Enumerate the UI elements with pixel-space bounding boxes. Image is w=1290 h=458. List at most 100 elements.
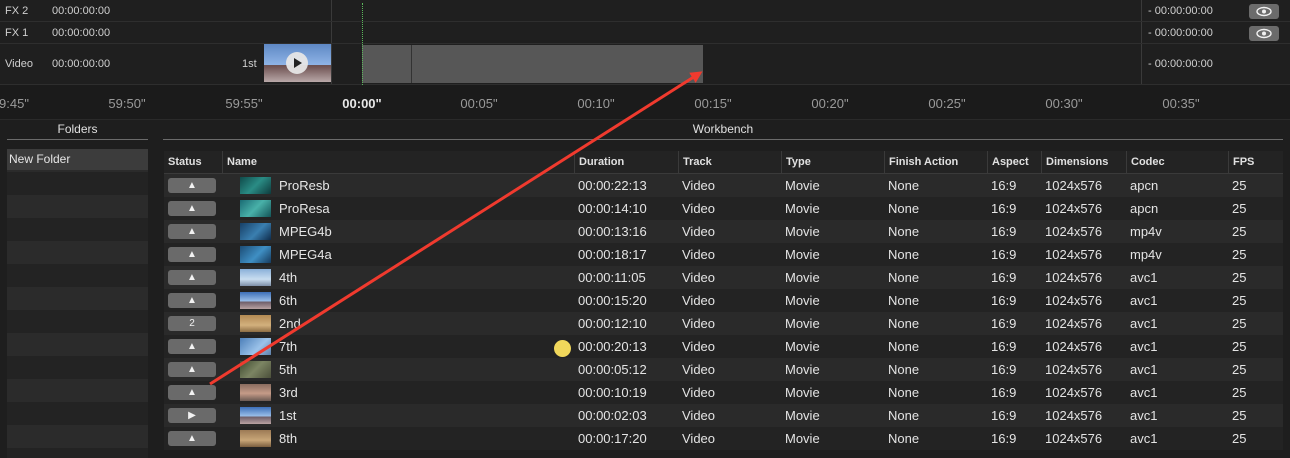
- play-button[interactable]: [286, 52, 308, 74]
- cell-fps: 25: [1232, 247, 1247, 262]
- cell-dims: 1024x576: [1045, 316, 1103, 331]
- status-button[interactable]: ▲: [168, 362, 216, 377]
- ruler-label: 59:55": [225, 96, 263, 111]
- folder-list: New Folder: [7, 149, 148, 458]
- status-button[interactable]: ▲: [168, 293, 216, 308]
- clip-name: ProResa: [279, 201, 330, 216]
- ruler-label: 00:15": [694, 96, 732, 111]
- eye-toggle-button[interactable]: [1249, 26, 1279, 41]
- timeline-ruler[interactable]: 9:45" 59:50" 59:55" 00:00" 00:05" 00:10"…: [0, 85, 1290, 120]
- clip-thumbnail: [240, 384, 271, 401]
- table-row[interactable]: ▲ 6th 00:00:15:20 Video Movie None 16:9 1024x57…: [164, 289, 1283, 312]
- clip-thumbnail: [240, 269, 271, 286]
- folder-row: [7, 264, 148, 287]
- cell-aspect: 16:9: [991, 224, 1017, 239]
- status-button[interactable]: ▲: [168, 201, 216, 216]
- cell-finish: None: [888, 224, 920, 239]
- table-row[interactable]: ▲ 3rd 00:00:10:19 Video Movie None 16:9 1024x57…: [164, 381, 1283, 404]
- table-row[interactable]: ▲ 7th 00:00:20:13 Video Movie None 16:9 1024x57…: [164, 335, 1283, 358]
- cursor-highlight: [554, 340, 571, 357]
- status-button[interactable]: ▶: [168, 408, 216, 423]
- clip-thumbnail: [240, 338, 271, 355]
- cell-aspect: 16:9: [991, 339, 1017, 354]
- folder-row: [7, 218, 148, 241]
- folder-row: [7, 379, 148, 402]
- cell-track: Video: [682, 293, 716, 308]
- cell-type: Movie: [785, 316, 820, 331]
- column-header[interactable]: Codec: [1126, 151, 1191, 174]
- column-header[interactable]: Status: [164, 151, 222, 174]
- table-row[interactable]: ▲ ProResa 00:00:14:10 Video Movie None 16:9 102…: [164, 197, 1283, 220]
- status-button[interactable]: ▲: [168, 339, 216, 354]
- clip-name: 6th: [279, 293, 298, 308]
- table-row[interactable]: ▶ 1st 00:00:02:03 Video Movie None 16:9 1024x57…: [164, 404, 1283, 427]
- ruler-label: 00:10": [577, 96, 615, 111]
- ruler-label: 00:05": [460, 96, 498, 111]
- cell-fps: 25: [1232, 201, 1247, 216]
- cell-duration: 00:00:13:16: [578, 224, 647, 239]
- table-row[interactable]: ▲ 8th 00:00:17:20 Video Movie None 16:9 1024x57…: [164, 427, 1283, 450]
- cell-fps: 25: [1232, 339, 1247, 354]
- workbench-table: Status Name Duration Track Type Finish A…: [164, 151, 1283, 458]
- column-header[interactable]: Aspect: [987, 151, 1041, 174]
- column-header[interactable]: Name: [222, 151, 574, 174]
- cell-codec: apcn: [1130, 201, 1159, 216]
- status-button[interactable]: 2: [168, 316, 216, 331]
- eye-icon: [1256, 6, 1272, 17]
- cell-track: Video: [682, 270, 716, 285]
- folder-row: [7, 172, 148, 195]
- clip-name: 7th: [279, 339, 298, 354]
- folders-title: Folders: [7, 122, 148, 140]
- status-button[interactable]: ▲: [168, 385, 216, 400]
- workbench-title: Workbench: [163, 122, 1283, 140]
- clip-thumbnail: [240, 223, 271, 240]
- clip-thumbnail: [240, 246, 271, 263]
- column-header[interactable]: FPS: [1228, 151, 1283, 174]
- column-header[interactable]: Finish Action: [884, 151, 987, 174]
- table-row[interactable]: ▲ 4th 00:00:11:05 Video Movie None 16:9 1024x57…: [164, 266, 1283, 289]
- table-row[interactable]: ▲ ProResb 00:00:22:13 Video Movie None 16:9 102…: [164, 174, 1283, 197]
- status-button[interactable]: ▲: [168, 247, 216, 262]
- column-header[interactable]: Duration: [574, 151, 678, 174]
- folder-item[interactable]: New Folder: [7, 149, 148, 170]
- table-row[interactable]: 2 2nd 00:00:12:10 Video Movie None 16:9 1024x57…: [164, 312, 1283, 335]
- eye-toggle-button[interactable]: [1249, 4, 1279, 19]
- cell-type: Movie: [785, 293, 820, 308]
- folder-row: [7, 287, 148, 310]
- track-row-fx2: FX 2 00:00:00:00 - 00:00:00:00: [0, 0, 1290, 22]
- cell-type: Movie: [785, 224, 820, 239]
- table-body: ▲ ProResb 00:00:22:13 Video Movie None 16:9 102…: [164, 174, 1283, 450]
- column-header[interactable]: Type: [781, 151, 884, 174]
- eye-icon: [1256, 28, 1272, 39]
- cell-dims: 1024x576: [1045, 270, 1103, 285]
- cell-dims: 1024x576: [1045, 431, 1103, 446]
- clip-thumbnail[interactable]: [264, 44, 331, 82]
- clip-thumbnail: [240, 177, 271, 194]
- cell-duration: 00:00:20:13: [578, 339, 647, 354]
- cell-finish: None: [888, 178, 920, 193]
- status-button[interactable]: ▲: [168, 178, 216, 193]
- column-header[interactable]: Track: [678, 151, 781, 174]
- cell-fps: 25: [1232, 270, 1247, 285]
- cell-dims: 1024x576: [1045, 247, 1103, 262]
- column-header[interactable]: Dimensions: [1041, 151, 1126, 174]
- status-button[interactable]: ▲: [168, 224, 216, 239]
- timeline-clip[interactable]: [362, 45, 703, 83]
- cell-duration: 00:00:02:03: [578, 408, 647, 423]
- cell-dims: 1024x576: [1045, 178, 1103, 193]
- status-button[interactable]: ▲: [168, 431, 216, 446]
- playhead[interactable]: [362, 3, 363, 85]
- table-row[interactable]: ▲ MPEG4b 00:00:13:16 Video Movie None 16:9 1024…: [164, 220, 1283, 243]
- cell-codec: avc1: [1130, 408, 1158, 423]
- cell-codec: mp4v: [1130, 224, 1162, 239]
- cell-aspect: 16:9: [991, 201, 1017, 216]
- track-name: FX 2: [5, 5, 29, 17]
- table-row[interactable]: ▲ 5th 00:00:05:12 Video Movie None 16:9 1024x57…: [164, 358, 1283, 381]
- cell-type: Movie: [785, 385, 820, 400]
- status-button[interactable]: ▲: [168, 270, 216, 285]
- table-row[interactable]: ▲ MPEG4a 00:00:18:17 Video Movie None 16:9 1024…: [164, 243, 1283, 266]
- clip-name: 2nd: [279, 316, 301, 331]
- cell-finish: None: [888, 362, 920, 377]
- cell-duration: 00:00:18:17: [578, 247, 647, 262]
- clip-thumbnail: [240, 430, 271, 447]
